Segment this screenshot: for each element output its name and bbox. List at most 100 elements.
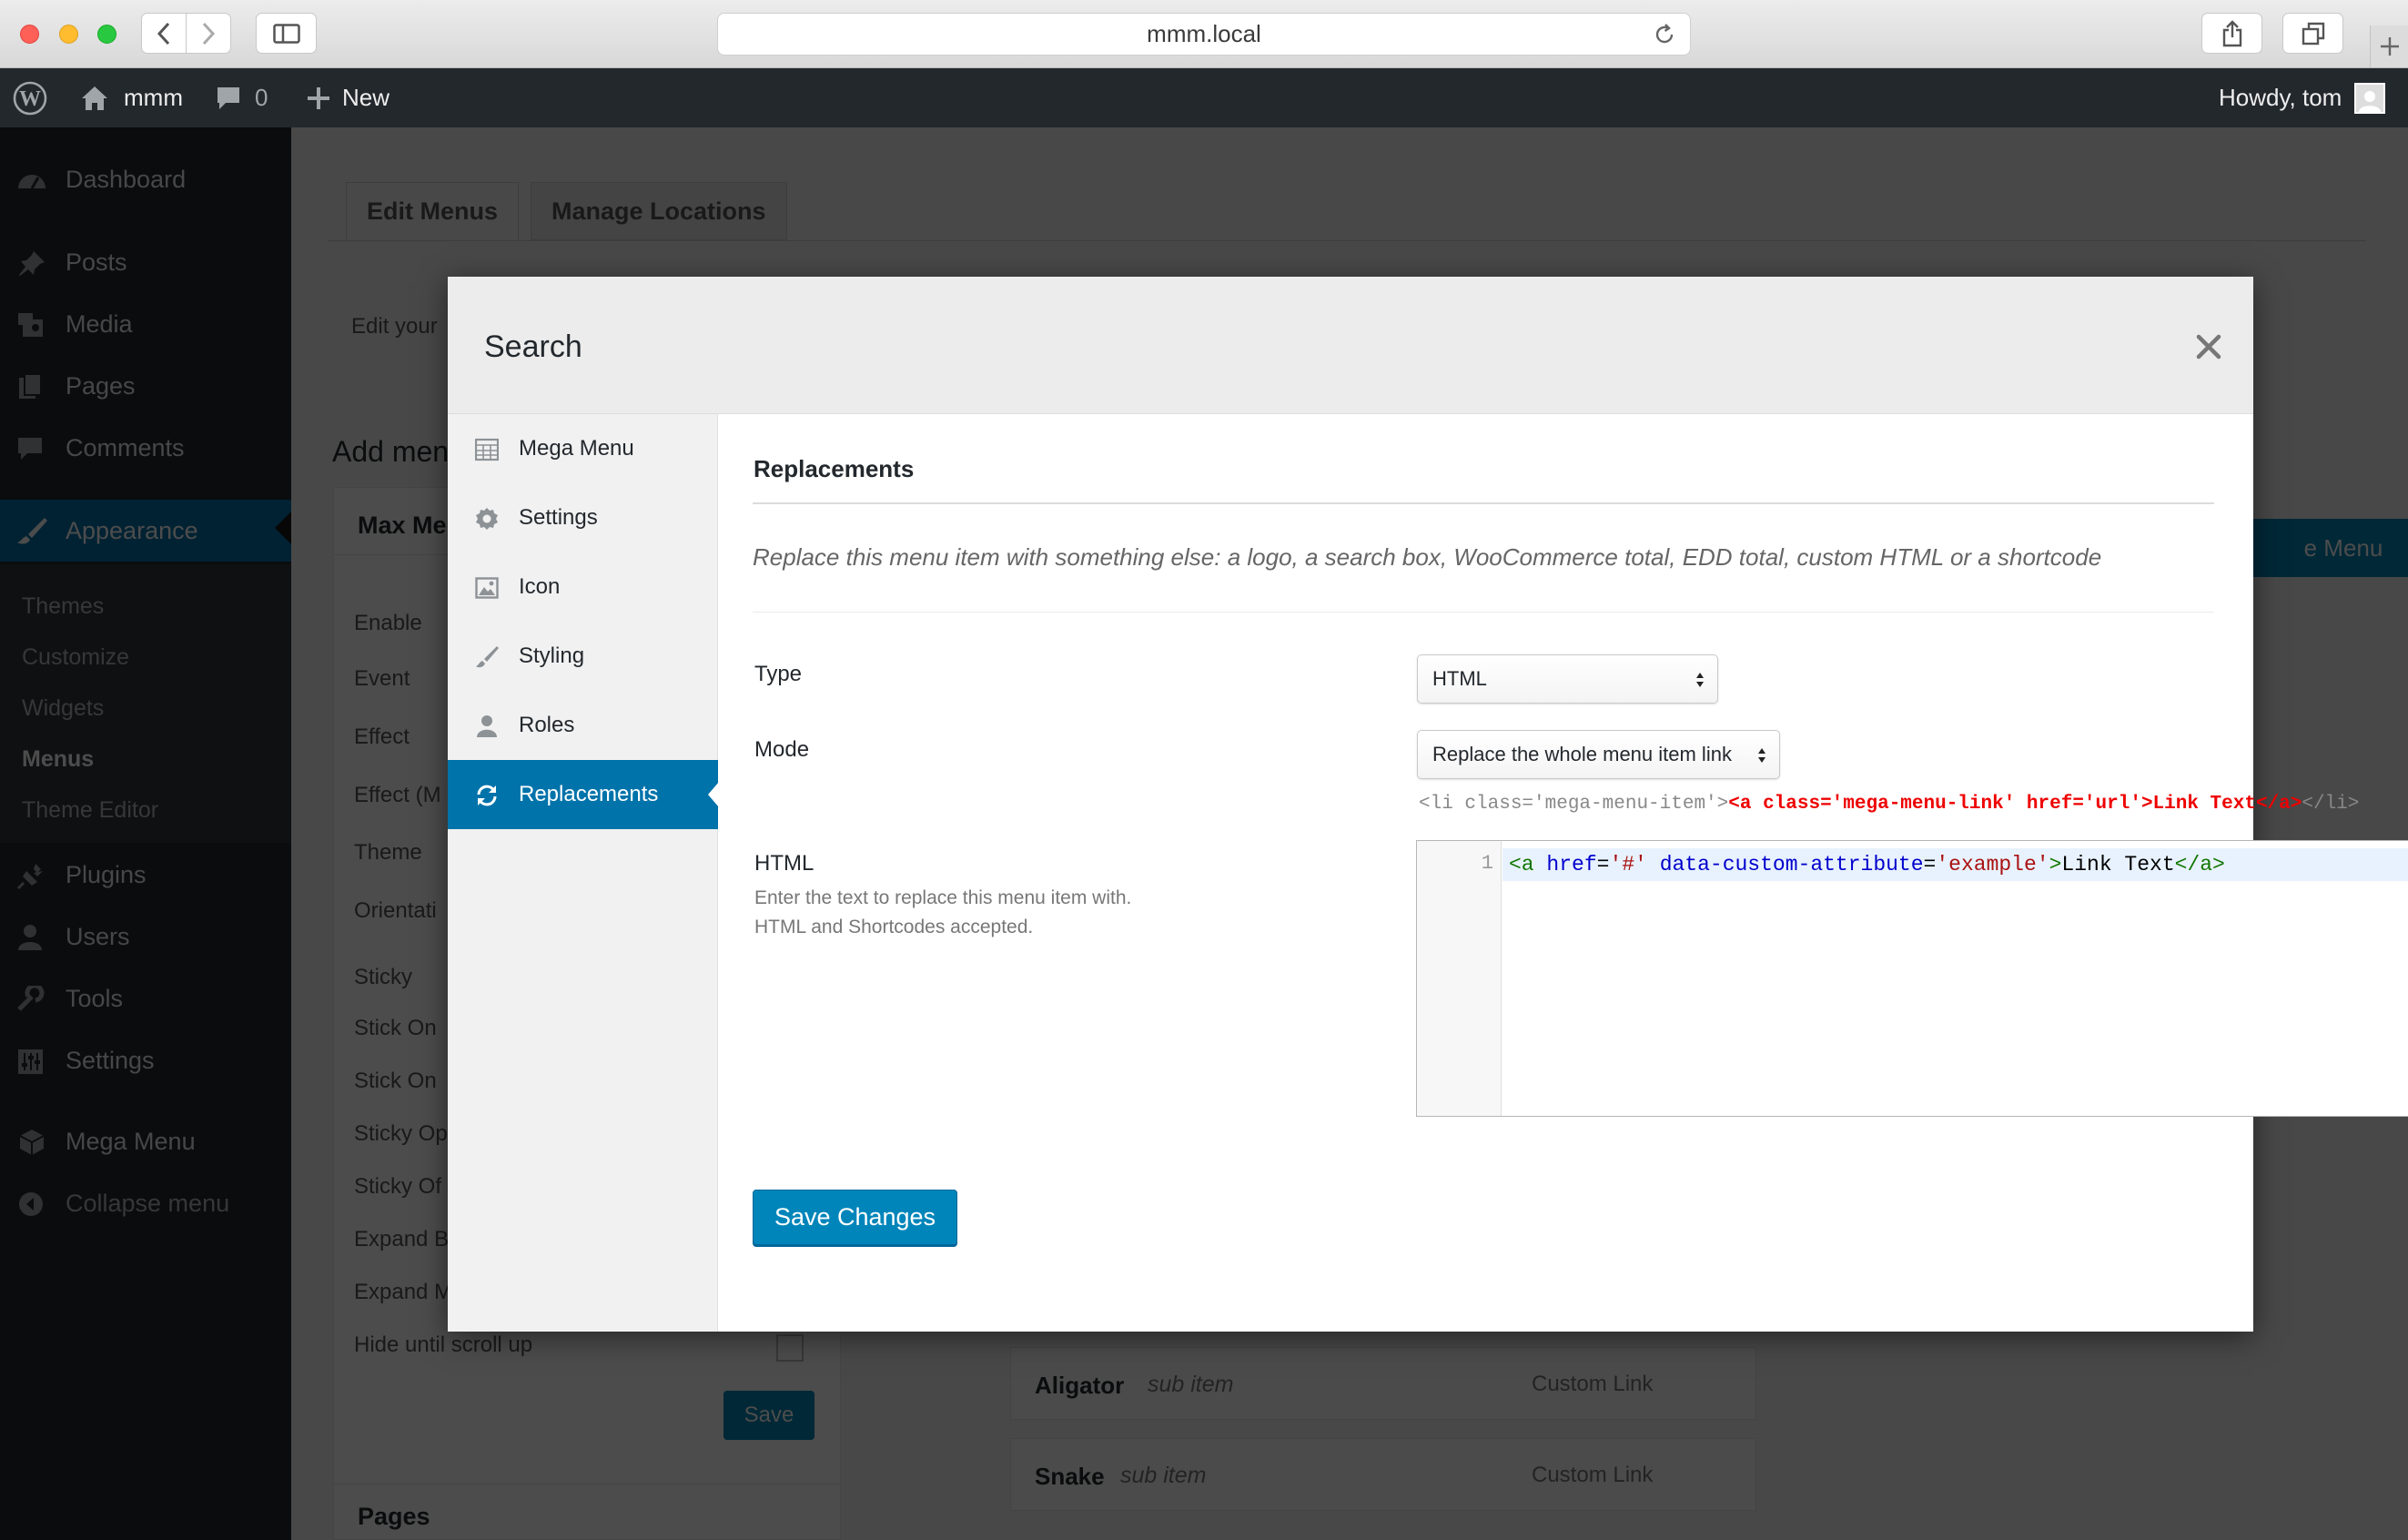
sidebar-item-label: Appearance <box>66 516 198 544</box>
menu-item-aligator[interactable]: Aligator sub item Custom Link <box>1010 1347 1756 1420</box>
code-token: = <box>1596 853 1610 876</box>
mode-label: Mode <box>754 737 810 762</box>
close-window-button[interactable] <box>20 25 39 44</box>
replacement-preview: <li class='mega-menu-item'><a class='meg… <box>1419 794 2359 815</box>
zoom-window-button[interactable] <box>97 25 116 44</box>
avatar-user-icon <box>2359 90 2382 112</box>
submenu-item-theme-editor[interactable]: Theme Editor <box>22 797 158 824</box>
tab-styling[interactable]: Styling <box>448 622 718 691</box>
sidebar-icon <box>272 23 300 44</box>
submenu-item-customize[interactable]: Customize <box>22 644 129 671</box>
setting-label: Theme <box>354 840 422 865</box>
sidebar-item-mega-menu[interactable]: Mega Menu <box>0 1113 291 1170</box>
type-select[interactable]: HTML <box>1417 654 1718 704</box>
save-changes-button[interactable]: Save Changes <box>753 1190 957 1245</box>
code-token: '#' <box>1609 853 1647 876</box>
menu-item-subtitle: sub item <box>1120 1463 1207 1488</box>
pin-icon <box>19 251 45 276</box>
tab-edit-menus[interactable]: Edit Menus <box>346 182 520 240</box>
hide-until-scroll-checkbox[interactable] <box>776 1334 804 1362</box>
pages-box-title[interactable]: Pages <box>333 1484 841 1540</box>
tab-roles[interactable]: Roles <box>448 691 718 760</box>
minimize-window-button[interactable] <box>59 25 78 44</box>
my-account-link[interactable]: Howdy, tom <box>2219 68 2386 127</box>
setting-label: Sticky Of <box>354 1174 442 1199</box>
sidebar-item-pages[interactable]: Pages <box>0 358 291 414</box>
type-label: Type <box>754 662 803 686</box>
sidebar-item-media[interactable]: Media <box>0 296 291 352</box>
submenu-item-widgets[interactable]: Widgets <box>22 695 104 722</box>
mode-select-value: Replace the whole menu item link <box>1432 743 1732 765</box>
brush-icon <box>17 518 47 544</box>
grid-icon <box>475 438 499 461</box>
setting-label: Hide until scroll up <box>354 1332 533 1357</box>
tab-settings[interactable]: Settings <box>448 483 718 552</box>
select-arrows-icon <box>1758 748 1766 763</box>
sidebar-item-label: Pages <box>66 371 136 400</box>
sidebar-item-comments[interactable]: Comments <box>0 420 291 476</box>
sidebar-item-tools[interactable]: Tools <box>0 970 291 1027</box>
new-content-link[interactable]: New <box>306 68 390 127</box>
submenu-item-menus[interactable]: Menus <box>22 746 94 773</box>
share-button[interactable] <box>2201 13 2262 54</box>
collapse-menu-button[interactable]: Collapse menu <box>0 1175 291 1231</box>
howdy-text: Howdy, tom <box>2219 84 2342 111</box>
submenu-item-themes[interactable]: Themes <box>22 593 104 620</box>
setting-label: Sticky Op <box>354 1121 448 1146</box>
settings-save-button[interactable]: Save <box>723 1391 814 1440</box>
comments-link[interactable]: 0 <box>215 68 268 127</box>
setting-label: Expand B <box>354 1227 450 1251</box>
sidebar-item-dashboard[interactable]: Dashboard <box>0 151 291 208</box>
menu-item-snake[interactable]: Snake sub item Custom Link <box>1010 1438 1756 1511</box>
forward-button[interactable] <box>186 13 231 54</box>
current-menu-arrow <box>275 512 291 544</box>
new-label: New <box>342 84 390 111</box>
tab-label: Settings <box>519 505 598 530</box>
comment-count: 0 <box>255 84 268 111</box>
sidebar-item-appearance[interactable]: Appearance <box>0 500 291 562</box>
close-icon[interactable] <box>2193 331 2224 362</box>
add-menu-items-heading: Add men <box>332 435 450 468</box>
panel-title: Replacements <box>754 455 915 482</box>
mode-select[interactable]: Replace the whole menu item link <box>1417 730 1780 779</box>
menu-item-type: Custom Link <box>1532 1372 1654 1396</box>
sidebar-item-plugins[interactable]: Plugins <box>0 846 291 903</box>
collapse-icon <box>19 1192 43 1216</box>
svg-text:W: W <box>19 87 41 111</box>
reload-icon[interactable] <box>1654 24 1675 46</box>
chevron-right-icon <box>202 22 216 45</box>
site-name-link[interactable]: mmm <box>80 68 183 127</box>
plug-icon <box>16 864 43 889</box>
setting-label: Orientati <box>354 898 437 923</box>
modal-header: Search <box>448 277 2253 414</box>
back-button[interactable] <box>141 13 187 54</box>
select-arrows-icon <box>1696 673 1704 687</box>
panel-description: Replace this menu item with something el… <box>753 543 2102 571</box>
show-tabs-button[interactable] <box>2282 13 2343 54</box>
new-tab-button[interactable] <box>2370 25 2408 67</box>
code-token: Link Text <box>2061 853 2175 876</box>
setting-label: Effect (M <box>354 783 441 807</box>
tab-replacements[interactable]: Replacements <box>448 760 719 829</box>
tab-manage-locations[interactable]: Manage Locations <box>531 182 787 240</box>
tab-icon[interactable]: Icon <box>448 552 718 622</box>
setting-label: Enable <box>354 611 422 635</box>
sidebar-item-label: Posts <box>66 248 127 276</box>
sidebar-toggle-button[interactable] <box>256 13 317 54</box>
html-code-editor[interactable]: 1 <a href='#' data-custom-attribute='exa… <box>1416 840 2408 1117</box>
wordpress-logo[interactable]: W <box>13 68 47 127</box>
replacements-panel: Replacements Replace this menu item with… <box>718 414 2408 1332</box>
sidebar-item-settings[interactable]: Settings <box>0 1032 291 1089</box>
divider <box>753 502 2214 504</box>
code-text[interactable]: <a href='#' data-custom-attribute='examp… <box>1509 853 2225 876</box>
tab-label: Mega Menu <box>519 436 634 461</box>
address-bar[interactable]: mmm.local <box>717 13 1691 56</box>
sidebar-item-users[interactable]: Users <box>0 908 291 965</box>
html-description: Enter the text to replace this menu item… <box>754 887 1132 937</box>
tab-mega-menu[interactable]: Mega Menu <box>448 414 718 483</box>
save-menu-button[interactable]: e Menu <box>2248 519 2408 577</box>
sidebar-item-posts[interactable]: Posts <box>0 234 291 290</box>
tab-label: Roles <box>519 713 575 737</box>
admin-bar: W mmm 0 New Howdy, tom <box>0 68 2408 127</box>
preview-highlight: <a class='mega-menu-link' href='url'>Lin… <box>1728 794 2302 815</box>
